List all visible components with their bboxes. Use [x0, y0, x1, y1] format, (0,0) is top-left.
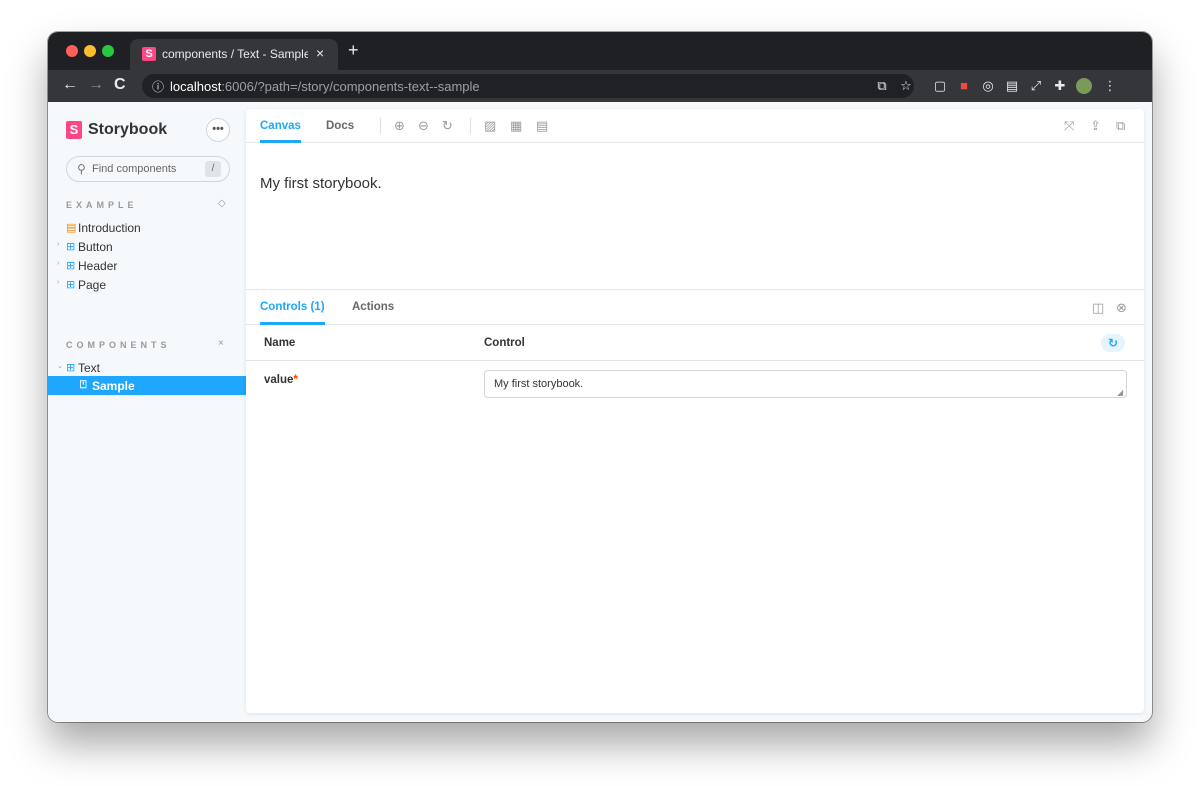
background-icon[interactable]: ▨ — [484, 118, 496, 134]
extension-icon-5[interactable]: ⤢ — [1028, 78, 1044, 94]
tab-controls[interactable]: Controls (1) — [260, 290, 325, 325]
sidebar-item-label: Sample — [92, 379, 135, 393]
tab-docs[interactable]: Docs — [326, 109, 354, 143]
tab-canvas[interactable]: Canvas — [260, 109, 301, 143]
required-mark: * — [293, 374, 298, 386]
sidebar-item-label: Text — [78, 361, 101, 375]
sidebar-item-label: Page — [78, 278, 107, 292]
section-title-components[interactable]: COMPONENTS — [66, 340, 171, 350]
addons-tabs: Controls (1) Actions ◫ ⊗ — [246, 290, 1144, 325]
browser-tab[interactable]: S components / Text - Sample - Storybook… — [130, 39, 338, 70]
copy-link-icon[interactable]: ⧉ — [1116, 118, 1125, 134]
back-button[interactable]: ← — [62, 76, 78, 94]
minimize-window-button[interactable] — [84, 45, 96, 57]
tab-actions[interactable]: Actions — [352, 290, 394, 325]
sidebar: S Storybook ••• ⚲ Find components / EXAM… — [48, 102, 246, 722]
zoom-out-icon[interactable]: ⊖ — [418, 118, 429, 134]
fullscreen-icon[interactable]: ⤧ — [1064, 118, 1074, 134]
reset-controls-icon[interactable]: ↻ — [1101, 334, 1125, 352]
panel-orientation-icon[interactable]: ◫ — [1092, 300, 1104, 316]
sidebar-item-button[interactable]: › ⊞ Button — [48, 237, 246, 256]
main-panel: Canvas Docs ⊕ ⊖ ↻ ▨ ▦ ▤ ⤧ ⇪ ⧉ My first s… — [246, 109, 1144, 713]
desktop: S components / Text - Sample - Storybook… — [0, 0, 1200, 786]
component-icon: ⊞ — [66, 241, 76, 253]
extension-icon-2[interactable]: ■ — [956, 78, 972, 94]
resize-handle-icon[interactable]: ◢ — [1117, 388, 1123, 397]
tab-close-icon[interactable]: × — [316, 45, 324, 61]
preview-toolbar: Canvas Docs ⊕ ⊖ ↻ ▨ ▦ ▤ ⤧ ⇪ ⧉ — [246, 109, 1144, 143]
component-icon: ⊞ — [66, 260, 76, 272]
extension-icon-1[interactable]: ▢ — [932, 78, 948, 94]
grid-icon[interactable]: ▦ — [510, 118, 522, 134]
close-window-button[interactable] — [66, 45, 78, 57]
expand-collapse-icon[interactable]: ◇ — [218, 198, 226, 209]
sidebar-item-introduction[interactable]: ▤ Introduction — [48, 218, 246, 237]
value-control-textarea[interactable]: My first storybook. — [484, 370, 1127, 398]
search-icon: ⚲ — [77, 162, 86, 176]
search-placeholder: Find components — [92, 163, 177, 175]
document-icon: ▤ — [66, 222, 77, 234]
extension-icon-3[interactable]: ◎ — [980, 78, 996, 94]
caret-right-icon: › — [57, 260, 60, 267]
caret-right-icon: › — [57, 241, 60, 248]
sidebar-item-text[interactable]: ⌄ ⊞ Text — [48, 358, 246, 377]
browser-window: S components / Text - Sample - Storybook… — [48, 32, 1152, 722]
more-icon[interactable]: ⋮ — [1102, 78, 1118, 94]
maximize-window-button[interactable] — [102, 45, 114, 57]
outline-icon[interactable]: ▤ — [536, 118, 548, 134]
search-input[interactable]: ⚲ Find components / — [66, 156, 230, 182]
star-icon[interactable]: ☆ — [898, 78, 914, 94]
sidebar-item-label: Header — [78, 259, 118, 273]
divider — [380, 118, 381, 134]
component-icon: ⊞ — [66, 279, 76, 291]
sidebar-item-header[interactable]: › ⊞ Header — [48, 256, 246, 275]
sidebar-item-page[interactable]: › ⊞ Page — [48, 275, 246, 294]
search-shortcut: / — [205, 161, 221, 177]
zoom-in-icon[interactable]: ⊕ — [394, 118, 405, 134]
sidebar-item-label: Introduction — [78, 221, 141, 235]
brand-name: Storybook — [88, 121, 168, 138]
browser-toolbar: ← → C ⓘ localhost:6006/?path=/story/comp… — [48, 70, 1152, 102]
site-info-icon[interactable]: ⓘ — [152, 78, 164, 95]
component-icon: ⊞ — [66, 362, 76, 374]
extension-icon-4[interactable]: ▤ — [1004, 78, 1020, 94]
close-panel-icon[interactable]: ⊗ — [1116, 300, 1127, 316]
storybook-logo-icon: S — [66, 121, 82, 139]
expand-collapse-icon[interactable]: × — [218, 338, 224, 349]
sidebar-item-sample[interactable]: ⍞ Sample — [48, 376, 246, 395]
tab-title: components / Text - Sample - Storybook — [162, 47, 308, 61]
address-bar[interactable]: ⓘ localhost:6006/?path=/story/components… — [142, 74, 914, 98]
bookmark-icon: ⍞ — [80, 379, 87, 391]
zoom-reset-icon[interactable]: ↻ — [442, 118, 453, 134]
puzzle-icon[interactable]: ✚ — [1052, 78, 1068, 94]
column-name: Name — [264, 337, 296, 349]
preview-text: My first storybook. — [260, 175, 382, 192]
menu-button[interactable]: ••• — [206, 118, 230, 142]
profile-icon[interactable] — [1076, 78, 1092, 94]
controls-table-header: Name Control ↻ — [246, 325, 1144, 361]
new-tab-button[interactable]: + — [348, 41, 359, 59]
forward-button[interactable]: → — [88, 76, 104, 94]
share-icon[interactable]: ⇪ — [1090, 118, 1101, 134]
control-name-value: value* — [264, 374, 298, 386]
reload-button[interactable]: C — [114, 76, 126, 94]
storybook-favicon-icon: S — [142, 47, 156, 61]
caret-down-icon: ⌄ — [57, 363, 63, 370]
tab-strip: S components / Text - Sample - Storybook… — [48, 32, 1152, 70]
sidebar-item-label: Button — [78, 240, 113, 254]
translate-icon[interactable]: ⧉ — [874, 78, 890, 94]
column-control: Control — [484, 337, 525, 349]
caret-right-icon: › — [57, 279, 60, 286]
section-title-example[interactable]: EXAMPLE — [66, 200, 138, 210]
addons-panel: Controls (1) Actions ◫ ⊗ Name Control ↻ … — [246, 289, 1144, 713]
url-text: localhost:6006/?path=/story/components-t… — [170, 79, 480, 94]
divider — [470, 118, 471, 134]
